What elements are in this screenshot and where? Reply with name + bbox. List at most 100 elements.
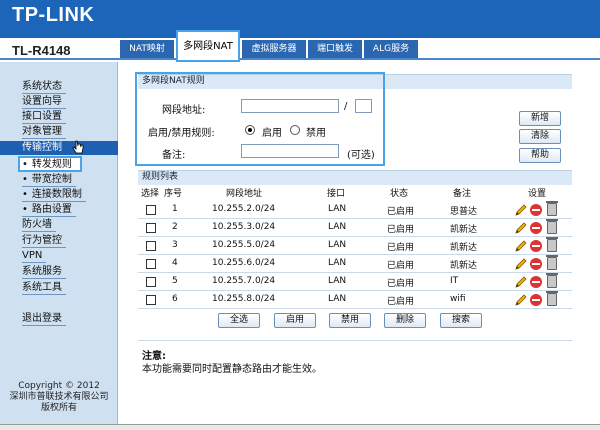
subnet-mask-input[interactable]: [355, 99, 372, 113]
sidebar-item-bandwidth-control[interactable]: 带宽控制: [0, 173, 118, 187]
sidebar-item-label: 路由设置: [22, 203, 76, 217]
row-number: 5: [172, 276, 178, 286]
sidebar-item-forwarding-rules[interactable]: 转发规则: [18, 156, 82, 172]
subnet-label: 网段地址:: [162, 105, 206, 116]
disable-icon[interactable]: [530, 240, 542, 252]
row-interface: LAN: [328, 276, 347, 286]
row-select-checkbox[interactable]: [146, 295, 156, 305]
row-status: 已启用: [387, 279, 415, 289]
disable-icon[interactable]: [530, 204, 542, 216]
edit-pencil-icon[interactable]: [514, 203, 528, 217]
edit-pencil-icon[interactable]: [514, 239, 528, 253]
table-row: 6 10.255.8.0/24 LAN 已启用 wifi: [138, 291, 572, 309]
remark-label: 备注:: [162, 150, 186, 161]
help-button[interactable]: 帮助: [519, 148, 561, 163]
subnet-address-input[interactable]: [241, 99, 339, 113]
row-interface: LAN: [328, 222, 347, 232]
row-select-checkbox[interactable]: [146, 241, 156, 251]
remark-input[interactable]: [241, 144, 339, 158]
tab-virtual-server[interactable]: 虚拟服务器: [242, 40, 306, 58]
col-header-select: 选择: [141, 189, 160, 199]
disable-radio[interactable]: [290, 125, 300, 135]
copyright-line: Copyright © 2012: [18, 381, 100, 391]
row-interface: LAN: [328, 258, 347, 268]
sidebar-item-label: 转发规则: [22, 158, 76, 172]
sidebar-item-logout[interactable]: 退出登录: [0, 312, 118, 326]
delete-trash-icon[interactable]: [546, 237, 558, 252]
delete-trash-icon[interactable]: [546, 201, 558, 216]
row-number: 4: [172, 258, 178, 268]
row-remark: IT: [450, 276, 459, 286]
disable-icon[interactable]: [530, 222, 542, 234]
disable-icon[interactable]: [530, 294, 542, 306]
col-header-no: 序号: [164, 189, 183, 199]
router-admin-page: TP-LINK TL-R4148 NAT映射 多网段NAT 虚拟服务器 端口触发…: [0, 0, 600, 430]
sidebar-item-label: 对象管理: [22, 125, 66, 139]
mouse-cursor-icon: [72, 140, 84, 154]
edit-pencil-icon[interactable]: [514, 275, 528, 289]
delete-trash-icon[interactable]: [546, 219, 558, 234]
col-header-subnet: 网段地址: [226, 189, 263, 199]
disable-button[interactable]: 禁用: [329, 313, 371, 328]
row-subnet: 10.255.8.0/24: [212, 294, 276, 304]
sidebar-item-transmission-control[interactable]: 传输控制: [0, 141, 118, 155]
search-button[interactable]: 搜索: [440, 313, 482, 328]
sidebar-item-label: 退出登录: [22, 312, 66, 326]
row-remark: 凯新达: [450, 225, 478, 235]
row-select-checkbox[interactable]: [146, 205, 156, 215]
delete-trash-icon[interactable]: [546, 291, 558, 306]
select-all-button[interactable]: 全选: [218, 313, 260, 328]
sidebar-item-system-tools[interactable]: 系统工具: [0, 281, 118, 295]
add-button[interactable]: 新增: [519, 111, 561, 126]
row-number: 2: [172, 222, 178, 232]
sidebar-item-vpn[interactable]: VPN: [0, 249, 118, 263]
enable-button[interactable]: 启用: [274, 313, 316, 328]
enable-radio[interactable]: [245, 125, 255, 135]
disable-icon[interactable]: [530, 276, 542, 288]
row-interface: LAN: [328, 294, 347, 304]
sidebar-item-firewall[interactable]: 防火墙: [0, 218, 118, 232]
col-header-remark: 备注: [453, 189, 472, 199]
row-number: 3: [172, 240, 178, 250]
delete-trash-icon[interactable]: [546, 255, 558, 270]
clear-button[interactable]: 清除: [519, 129, 561, 144]
sidebar-item-object-management[interactable]: 对象管理: [0, 125, 118, 139]
row-subnet: 10.255.7.0/24: [212, 276, 276, 286]
row-status: 已启用: [387, 207, 415, 217]
tab-multi-subnet-nat[interactable]: 多网段NAT: [176, 30, 240, 62]
row-remark: wifi: [450, 294, 466, 304]
edit-pencil-icon[interactable]: [514, 293, 528, 307]
sidebar-item-setup-wizard[interactable]: 设置向导: [0, 95, 118, 109]
disable-icon[interactable]: [530, 258, 542, 270]
sidebar-item-routing[interactable]: 路由设置: [0, 203, 118, 217]
tab-port-trigger[interactable]: 端口触发: [308, 40, 362, 58]
table-row: 5 10.255.7.0/24 LAN 已启用 IT: [138, 273, 572, 291]
enable-rule-label: 启用/禁用规则:: [148, 128, 215, 139]
row-select-checkbox[interactable]: [146, 223, 156, 233]
optional-hint: (可选): [347, 150, 375, 161]
sidebar-item-system-status[interactable]: 系统状态: [0, 80, 118, 94]
col-header-settings: 设置: [528, 189, 547, 199]
sidebar-item-connection-limit[interactable]: 连接数限制: [0, 188, 118, 202]
sidebar-item-behavior-control[interactable]: 行为管控: [0, 234, 118, 248]
sidebar-item-interface-settings[interactable]: 接口设置: [0, 110, 118, 124]
row-select-checkbox[interactable]: [146, 277, 156, 287]
tab-alg-service[interactable]: ALG服务: [364, 40, 418, 58]
row-interface: LAN: [328, 204, 347, 214]
row-subnet: 10.255.3.0/24: [212, 222, 276, 232]
row-subnet: 10.255.6.0/24: [212, 258, 276, 268]
row-select-checkbox[interactable]: [146, 259, 156, 269]
edit-pencil-icon[interactable]: [514, 257, 528, 271]
edit-pencil-icon[interactable]: [514, 221, 528, 235]
tab-nat-mapping[interactable]: NAT映射: [120, 40, 174, 58]
sidebar-item-label: 传输控制: [22, 141, 66, 155]
delete-button[interactable]: 删除: [384, 313, 426, 328]
copyright-company: 深圳市普联技术有限公司: [9, 392, 109, 402]
sidebar-item-label: 设置向导: [22, 95, 66, 109]
row-remark: 凯新达: [450, 243, 478, 253]
subnet-separator: /: [344, 101, 348, 112]
sidebar-item-system-services[interactable]: 系统服务: [0, 265, 118, 279]
sidebar-item-label: 带宽控制: [22, 173, 76, 187]
table-row: 1 10.255.2.0/24 LAN 已启用 思普达: [138, 201, 572, 219]
delete-trash-icon[interactable]: [546, 273, 558, 288]
